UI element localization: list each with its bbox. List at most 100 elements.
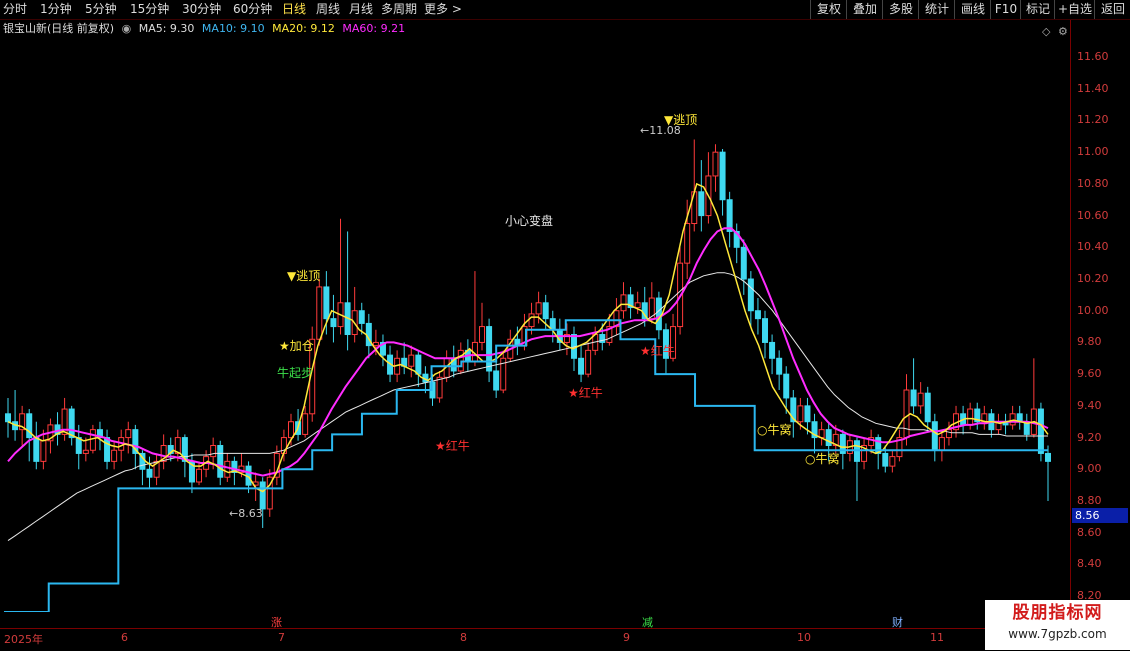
- candle-body: [125, 429, 132, 439]
- candle-body: [89, 429, 96, 451]
- candle-body: [938, 437, 945, 451]
- candle-body: [5, 413, 11, 423]
- candle-body: [287, 421, 294, 439]
- red-bull-label-1: ★红牛: [435, 439, 470, 453]
- candle-body: [931, 421, 938, 451]
- ma20-value: MA20: 9.12: [272, 22, 335, 35]
- price-tick: 9.80: [1077, 335, 1102, 349]
- time-label-jun: 6: [121, 631, 128, 644]
- period-tab-60min[interactable]: 60分钟: [233, 1, 272, 18]
- candle-body: [754, 310, 761, 320]
- candle-body: [585, 349, 592, 375]
- candle-body: [358, 310, 365, 324]
- toolbar: 分时 1分钟 5分钟 15分钟 30分钟 60分钟 日线 周线 月线 多周期 更…: [0, 0, 1130, 20]
- price-tick: 11.60: [1077, 50, 1109, 64]
- candle-body: [330, 318, 337, 328]
- candle-body: [436, 376, 443, 399]
- candle-body: [111, 449, 118, 462]
- escape-top-label-2: ▼逃顶: [287, 269, 321, 283]
- mark-button[interactable]: 标记: [1020, 0, 1055, 19]
- time-label-sep: 9: [623, 631, 630, 644]
- time-label-oct: 10: [797, 631, 811, 644]
- period-tab-multi[interactable]: 多周期: [381, 1, 417, 18]
- candle-body: [259, 481, 266, 510]
- candle-body: [684, 223, 691, 264]
- candle-body: [769, 341, 776, 359]
- draw-line-button[interactable]: 画线: [954, 0, 991, 19]
- indicator-info-bar: 银宝山新(日线 前复权) ◉ MA5: 9.30 MA10: 9.10 MA20…: [0, 20, 409, 38]
- candle-body: [967, 408, 974, 426]
- candle-body: [620, 294, 627, 312]
- candle-body: [479, 326, 486, 343]
- period-tab-1min[interactable]: 1分钟: [40, 1, 72, 18]
- statistics-button[interactable]: 统计: [918, 0, 955, 19]
- period-tab-more[interactable]: 更多 >: [424, 1, 462, 18]
- overlay-button[interactable]: 叠加: [846, 0, 883, 19]
- candle-body: [535, 302, 542, 315]
- settings-icon[interactable]: ⚙: [1058, 25, 1068, 38]
- price-tick: 8.80: [1077, 494, 1102, 507]
- candles-layer: [5, 139, 1051, 528]
- candle-body: [486, 326, 493, 372]
- period-tab-15min[interactable]: 15分钟: [130, 1, 169, 18]
- candle-body: [825, 429, 832, 447]
- time-label-nov: 11: [930, 631, 944, 644]
- period-tab-fenshi[interactable]: 分时: [3, 1, 27, 18]
- low-value: 8.63: [238, 507, 263, 520]
- time-label-aug: 8: [460, 631, 467, 644]
- candle-body: [797, 405, 804, 423]
- multi-stock-button[interactable]: 多股: [882, 0, 919, 19]
- price-tick: 10.00: [1077, 303, 1109, 317]
- period-tab-30min[interactable]: 30分钟: [182, 1, 221, 18]
- period-tab-monthly[interactable]: 月线: [349, 1, 373, 18]
- candle-body: [1037, 408, 1044, 454]
- caution-label: 小心变盘: [505, 214, 554, 228]
- low-marker: ←8.63: [229, 507, 263, 520]
- candle-body: [528, 313, 535, 328]
- candle-body: [726, 199, 733, 232]
- add-favorite-button[interactable]: +自选: [1054, 0, 1095, 19]
- back-button[interactable]: 返回: [1094, 0, 1130, 19]
- candle-body: [924, 392, 931, 423]
- candle-body: [712, 151, 719, 177]
- candle-body: [40, 440, 47, 462]
- f10-button[interactable]: F10: [990, 0, 1021, 19]
- candle-body: [783, 373, 790, 399]
- red-bull-label-3: ★红牛: [640, 344, 675, 358]
- candle-body: [210, 445, 217, 458]
- bull-nest-label-2: ○牛窝: [805, 452, 840, 466]
- candle-body: [104, 437, 111, 462]
- candle-body: [542, 302, 549, 320]
- period-tab-weekly[interactable]: 周线: [316, 1, 340, 18]
- adjust-button[interactable]: 复权: [810, 0, 847, 19]
- watermark-title: 股朋指标网: [1012, 603, 1103, 623]
- candle-body: [578, 357, 585, 375]
- candle-body: [776, 357, 783, 375]
- price-tick: 10.20: [1077, 272, 1109, 286]
- candle-body: [747, 278, 754, 312]
- candle-body: [655, 297, 662, 331]
- diamond-icon[interactable]: ◇: [1042, 25, 1050, 38]
- ma5-value: MA5: 9.30: [138, 22, 195, 35]
- kline-chart[interactable]: [0, 38, 1070, 612]
- candle-body: [323, 286, 330, 320]
- bull-nest-label-1: ○牛窝: [757, 423, 792, 437]
- candle-body: [889, 456, 896, 467]
- candle-body: [804, 405, 811, 423]
- candle-body: [196, 468, 203, 483]
- settings-dropdown-icon[interactable]: ◉: [122, 22, 132, 35]
- current-price-tag: 8.56: [1072, 508, 1128, 523]
- price-tick: 9.60: [1077, 367, 1102, 381]
- price-tick: 9.00: [1077, 462, 1102, 476]
- candle-body: [217, 445, 224, 478]
- candle-body: [146, 468, 153, 478]
- price-axis: 11.60 11.40 11.20 11.00 10.80 10.60 10.40 10.20…: [1070, 20, 1130, 612]
- add-position-label: ★加仓: [279, 339, 314, 353]
- candle-body: [945, 429, 952, 439]
- period-tab-daily[interactable]: 日线: [282, 1, 306, 18]
- candle-body: [316, 286, 323, 340]
- candle-body: [68, 408, 75, 439]
- period-tab-5min[interactable]: 5分钟: [85, 1, 117, 18]
- candle-body: [33, 437, 40, 462]
- candle-body: [903, 389, 910, 439]
